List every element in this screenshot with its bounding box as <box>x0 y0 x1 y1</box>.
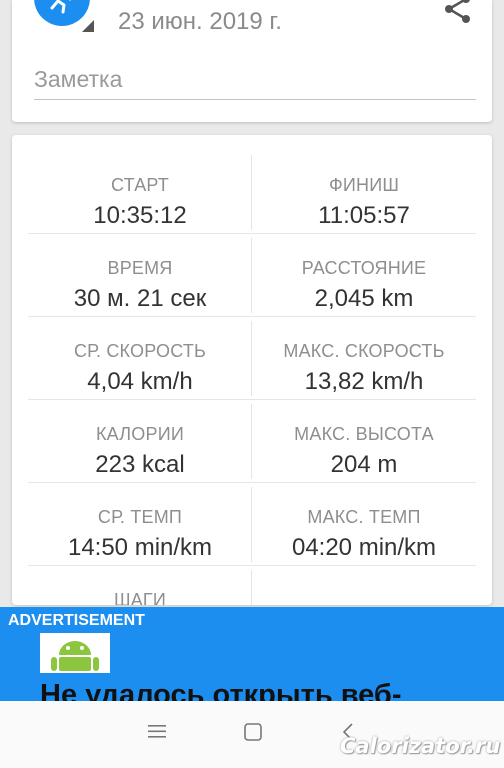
menu-icon[interactable] <box>148 723 166 744</box>
stat-max-speed: МАКС. СКОРОСТЬ 13,82 km/h <box>252 317 476 400</box>
stat-row: СР. ТЕМП 14:50 min/km МАКС. ТЕМП 04:20 m… <box>28 483 476 566</box>
watermark-text: Calorizator.ru <box>340 734 501 758</box>
activity-header-card: 23 июн. 2019 г. Заметка <box>12 0 492 122</box>
stat-label: МАКС. СКОРОСТЬ <box>283 341 445 361</box>
stat-row: КАЛОРИИ 223 kcal МАКС. ВЫСОТА 204 m <box>28 400 476 483</box>
stat-max-pace: МАКС. ТЕМП 04:20 min/km <box>252 483 476 566</box>
android-robot-icon <box>40 633 110 673</box>
stat-value: 13,82 km/h <box>304 368 424 395</box>
stat-label: РАССТОЯНИЕ <box>301 258 427 278</box>
stat-empty <box>252 566 476 605</box>
advertisement-banner[interactable]: ADVERTISEMENT Не удалось открыть веб- <box>0 607 504 701</box>
stat-value: 04:20 min/km <box>291 534 437 561</box>
stat-value: 2,045 km <box>314 285 414 312</box>
share-icon[interactable] <box>440 0 474 31</box>
stat-row: СТАРТ 10:35:12 ФИНИШ 11:05:57 <box>28 151 476 234</box>
stat-avg-speed: СР. СКОРОСТЬ 4,04 km/h <box>28 317 252 400</box>
stat-label: КАЛОРИИ <box>96 424 184 444</box>
stat-distance: РАССТОЯНИЕ 2,045 km <box>252 234 476 317</box>
activity-date: 23 июн. 2019 г. <box>118 8 282 35</box>
stat-max-altitude: МАКС. ВЫСОТА 204 m <box>252 400 476 483</box>
stat-value: 14:50 min/km <box>67 534 213 561</box>
stat-value: 204 m <box>330 451 398 478</box>
stat-label: МАКС. ВЫСОТА <box>294 424 434 444</box>
stat-value: 223 kcal <box>95 451 185 478</box>
dropdown-corner-icon[interactable] <box>82 20 94 32</box>
stat-value: 10:35:12 <box>93 202 187 229</box>
stat-value: 11:05:57 <box>318 202 410 229</box>
stat-label: ФИНИШ <box>328 175 400 195</box>
stat-time: ВРЕМЯ 30 м. 21 сек <box>28 234 252 317</box>
stat-calories: КАЛОРИИ 223 kcal <box>28 400 252 483</box>
stat-value: 4,04 km/h <box>87 368 193 395</box>
stat-row: ШАГИ <box>28 566 476 605</box>
stat-label: СР. СКОРОСТЬ <box>73 341 207 361</box>
note-input[interactable]: Заметка <box>34 64 476 100</box>
stat-label: СР. ТЕМП <box>97 507 183 527</box>
stats-card: СТАРТ 10:35:12 ФИНИШ 11:05:57 ВРЕМЯ 30 м… <box>12 135 492 605</box>
stat-label: ШАГИ <box>114 590 166 605</box>
stat-row: СР. СКОРОСТЬ 4,04 km/h МАКС. СКОРОСТЬ 13… <box>28 317 476 400</box>
ad-label: ADVERTISEMENT <box>8 612 145 629</box>
stat-value: 30 м. 21 сек <box>73 285 207 312</box>
home-square-icon[interactable] <box>244 723 262 746</box>
stat-label: МАКС. ТЕМП <box>307 507 421 527</box>
stat-steps: ШАГИ <box>28 566 252 605</box>
ad-headline[interactable]: Не удалось открыть веб- <box>40 679 402 701</box>
stat-finish: ФИНИШ 11:05:57 <box>252 151 476 234</box>
stat-row: ВРЕМЯ 30 м. 21 сек РАССТОЯНИЕ 2,045 km <box>28 234 476 317</box>
stat-avg-pace: СР. ТЕМП 14:50 min/km <box>28 483 252 566</box>
stat-start: СТАРТ 10:35:12 <box>28 151 252 234</box>
stat-label: ВРЕМЯ <box>107 258 173 278</box>
stat-label: СТАРТ <box>111 175 169 195</box>
